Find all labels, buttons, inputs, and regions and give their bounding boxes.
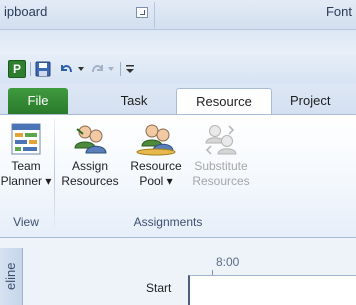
substitute-resources-label-2: Resources <box>192 174 250 188</box>
timeline-start-label: Start <box>146 281 172 295</box>
view-group-label: View <box>13 215 39 229</box>
group-divider <box>154 2 155 28</box>
resource-pool-button[interactable]: Resource Pool ▾ <box>124 119 188 189</box>
customize-toolbar-icon[interactable] <box>124 60 136 78</box>
tab-project[interactable]: Project <box>290 88 356 114</box>
window-gap <box>0 30 356 54</box>
assign-resources-button[interactable]: Assign Resources <box>58 119 122 189</box>
substitute-resources-label-1: Substitute <box>194 159 248 173</box>
assign-resources-label-2: Resources <box>61 174 119 188</box>
tab-resource[interactable]: Resource <box>176 88 272 115</box>
resource-pool-label-1: Resource <box>130 159 182 173</box>
quick-access-toolbar: P <box>0 54 356 84</box>
clipboard-group-label: ipboard <box>4 4 48 19</box>
undo-icon[interactable] <box>58 60 74 78</box>
resource-pool-label-2: Pool ▾ <box>139 174 173 188</box>
timeline-side-tab[interactable]: eline <box>0 248 23 305</box>
timeline-time-label: 8:00 <box>216 255 240 269</box>
team-planner-button[interactable]: Team Planner ▾ <box>0 119 52 189</box>
redo-dropdown-chevron-icon <box>106 60 116 78</box>
timeline-pane: eline 8:00 Start <box>0 238 356 305</box>
background-ribbon-strip: ipboard Font <box>0 0 356 30</box>
substitute-resources-icon <box>201 119 241 159</box>
project-app-icon[interactable]: P <box>8 60 26 78</box>
team-planner-icon <box>6 119 46 159</box>
group-divider <box>54 119 55 231</box>
save-icon[interactable] <box>34 60 52 78</box>
assignments-group-label: Assignments <box>133 215 203 229</box>
undo-dropdown-chevron-icon[interactable] <box>76 60 86 78</box>
timeline-bar[interactable] <box>188 275 356 305</box>
ribbon-tabs: File Task Resource Project <box>0 84 356 115</box>
qat-divider <box>120 62 121 76</box>
timeline-side-tab-label: eline <box>3 262 18 290</box>
qat-divider <box>30 62 31 76</box>
team-planner-label-2: Planner ▾ <box>0 174 52 188</box>
resource-pool-icon <box>136 119 176 159</box>
assign-resources-label-1: Assign <box>71 159 109 173</box>
team-planner-label-1: Team <box>11 159 41 173</box>
dialog-launcher-icon[interactable] <box>136 7 148 18</box>
tab-task[interactable]: Task <box>112 88 156 114</box>
redo-icon <box>90 60 106 78</box>
font-group-label: Font <box>325 4 352 19</box>
substitute-resources-button: Substitute Resources <box>188 119 254 189</box>
assign-resources-icon <box>70 119 110 159</box>
project-window: P File Task Resource Project Team Planne… <box>0 54 356 305</box>
ribbon-panel: Team Planner ▾ View Assign Resources Res… <box>0 114 356 238</box>
tab-file[interactable]: File <box>8 88 68 114</box>
